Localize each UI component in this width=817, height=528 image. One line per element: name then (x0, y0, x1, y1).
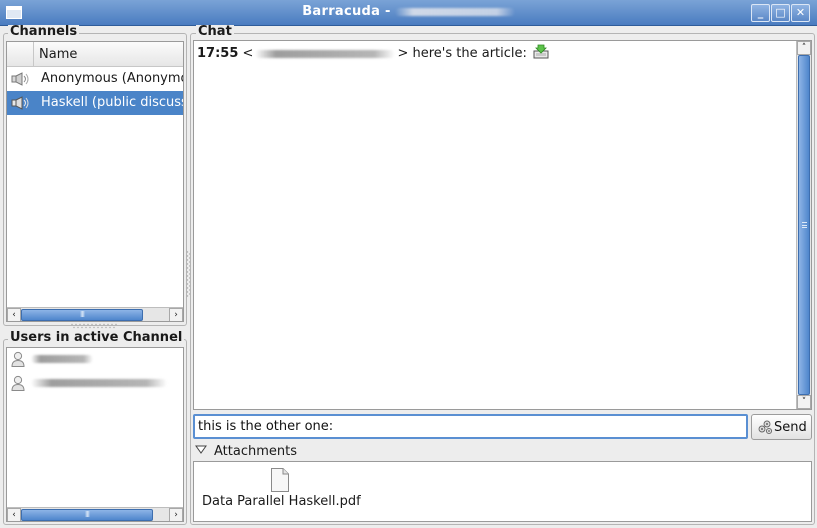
chat-vscrollbar[interactable]: ˄ ˅ (796, 41, 811, 409)
person-icon (11, 375, 25, 391)
scroll-left-icon[interactable]: ‹ (7, 308, 21, 321)
redacted-username (31, 379, 167, 387)
user-list-hscrollbar[interactable]: ‹ III › (7, 507, 183, 521)
scroll-grip-icon (802, 222, 807, 228)
user-row[interactable] (7, 348, 183, 370)
channel-row-haskell[interactable]: Haskell (public discuss (7, 91, 183, 115)
redacted-sender (255, 49, 396, 58)
document-icon (271, 468, 289, 492)
channel-label: Haskell (public discuss (41, 95, 183, 110)
chat-log[interactable]: 17:55 < > here's the article: ˄ ˅ (193, 40, 812, 410)
channel-list[interactable]: Name Anonymous (Anonymo Haskell (public … (6, 41, 184, 322)
speaker-icon (11, 72, 29, 86)
expander-arrow-icon (195, 445, 207, 454)
scroll-right-icon[interactable]: › (169, 308, 183, 321)
attachment-filename: Data Parallel Haskell.pdf (202, 494, 361, 509)
scroll-thumb[interactable]: III (21, 509, 153, 521)
title-bar[interactable]: Barracuda - _ □ ✕ (0, 0, 817, 26)
header-icon-column[interactable] (7, 42, 34, 67)
scroll-thumb[interactable]: III (21, 309, 143, 321)
sender-close: > (397, 46, 409, 61)
scroll-thumb[interactable] (798, 55, 810, 395)
scroll-left-icon[interactable]: ‹ (7, 508, 21, 521)
pane-resize-handle-horizontal[interactable] (70, 323, 118, 329)
name-column-header[interactable]: Name (39, 47, 77, 62)
minimize-button[interactable]: _ (751, 4, 770, 22)
redacted-username (31, 355, 93, 363)
send-button[interactable]: Send (751, 414, 812, 440)
user-list[interactable]: ‹ III › (6, 347, 184, 522)
user-row[interactable] (7, 372, 183, 394)
chat-message: 17:55 < > here's the article: (197, 44, 549, 61)
channel-row-anonymous[interactable]: Anonymous (Anonymo (7, 67, 183, 91)
attachment-file[interactable]: Data Parallel Haskell.pdf (202, 468, 367, 518)
send-icon (758, 420, 773, 435)
person-icon (11, 351, 25, 367)
window-title: Barracuda - (0, 4, 817, 19)
scroll-right-icon[interactable]: › (169, 508, 183, 521)
message-time: 17:55 (197, 46, 239, 61)
message-text: here's the article: (412, 46, 527, 61)
close-button[interactable]: ✕ (791, 4, 810, 22)
speaker-icon (11, 96, 29, 110)
attachments-label: Attachments (214, 444, 297, 459)
download-icon[interactable] (533, 44, 549, 59)
channel-label: Anonymous (Anonymo (41, 71, 183, 86)
sender-open: < (242, 46, 254, 61)
channel-list-header: Name (7, 42, 183, 67)
message-input[interactable] (193, 414, 748, 439)
send-label: Send (774, 420, 807, 435)
maximize-button[interactable]: □ (771, 4, 790, 22)
chat-label: Chat (196, 24, 234, 39)
users-label: Users in active Channel (8, 330, 185, 345)
redacted-account (394, 7, 515, 16)
channels-label: Channels (8, 24, 80, 39)
scroll-down-icon[interactable]: ˅ (797, 395, 811, 409)
scroll-up-icon[interactable]: ˄ (797, 41, 811, 55)
channel-list-hscrollbar[interactable]: ‹ III › (7, 307, 183, 321)
attachments-area[interactable]: Data Parallel Haskell.pdf (193, 461, 812, 522)
